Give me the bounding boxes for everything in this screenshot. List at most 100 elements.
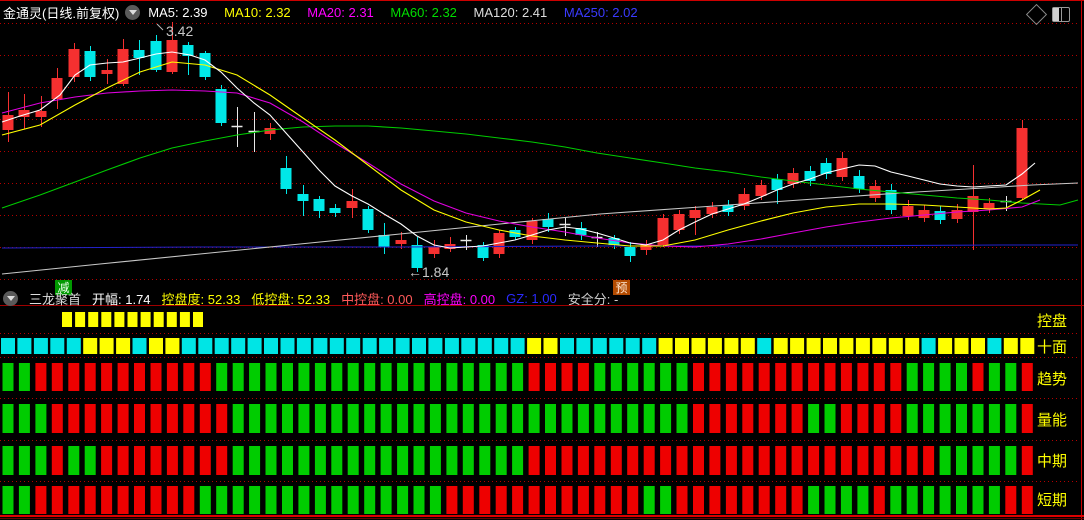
indicator-block (265, 446, 277, 475)
indicator-block (857, 363, 869, 391)
indicator-gaokongpan: 高控盘: 0.00 (423, 291, 496, 307)
indicator-block (758, 363, 770, 391)
indicator-block (101, 404, 113, 433)
candle-body (297, 194, 309, 201)
indicator-block (216, 404, 228, 433)
indicator-block (938, 338, 953, 354)
indicator-block (642, 338, 657, 354)
indicator-block (808, 446, 820, 475)
indicator-block (987, 338, 1002, 354)
indicator-block (693, 363, 704, 391)
indicator-block (939, 486, 951, 514)
indicator-block (1005, 363, 1017, 391)
candle-body (983, 203, 995, 209)
indicator-block (50, 338, 65, 354)
indicator-gz: GZ: 1.00 (506, 290, 557, 306)
candle-body (51, 78, 63, 99)
stock-title: 金通灵(日线.前复权) (3, 5, 120, 21)
indicator-block (116, 338, 131, 354)
indicator-block (643, 363, 655, 391)
indicator-block (264, 338, 278, 354)
indicator-block (413, 404, 425, 433)
candle-body (329, 208, 341, 213)
indicator-block (35, 486, 47, 514)
chevron-down-icon[interactable] (125, 4, 141, 20)
indicator-block (773, 338, 788, 354)
diamond-icon[interactable] (1025, 3, 1048, 26)
candle-body (35, 111, 47, 117)
indicator-block (561, 404, 573, 433)
indicator-block (545, 486, 556, 514)
indicator-block (35, 363, 47, 391)
indicator-block (247, 338, 262, 354)
indicator-block (758, 404, 770, 433)
indicator-block (857, 486, 869, 514)
indicator-block (972, 446, 984, 475)
indicator-block (282, 446, 293, 475)
indicator-block (347, 486, 359, 514)
indicator-block (117, 363, 129, 391)
indicator-block (101, 486, 113, 514)
candle-body (362, 209, 374, 230)
indicator-block (84, 363, 96, 391)
candle-body (853, 176, 865, 189)
indicator-block (199, 486, 211, 514)
indicator-block (35, 446, 47, 475)
indicator-block (906, 486, 918, 514)
indicator-block (545, 363, 556, 391)
indicator-block (88, 312, 99, 327)
indicator-block (643, 446, 655, 475)
indicator-block (313, 338, 328, 354)
indicator-block (1021, 486, 1033, 514)
indicator-block (510, 338, 525, 354)
indicator-block (972, 486, 984, 514)
indicator-block (923, 486, 935, 514)
indicator-block (265, 486, 277, 514)
indicator-block (51, 446, 63, 475)
indicator-block (742, 363, 754, 391)
candle-body (2, 115, 14, 130)
indicator-block (18, 363, 30, 391)
indicator-block (166, 363, 178, 391)
indicator-block (939, 446, 951, 475)
indicator-block (561, 486, 573, 514)
indicator-chevron-down-icon[interactable] (3, 290, 18, 306)
indicator-block (179, 312, 190, 327)
indicator-block (380, 404, 392, 433)
indicator-block (823, 338, 837, 354)
indicator-block (462, 363, 474, 391)
indicator-block (429, 486, 441, 514)
indicator-block (988, 486, 1000, 514)
indicator-block (68, 446, 80, 475)
indicator-block (594, 486, 606, 514)
indicator-block (462, 446, 474, 475)
split-view-icon[interactable] (1052, 7, 1070, 22)
indicator-block (594, 446, 606, 475)
indicator-zhongkongpan: 中控盘: 0.00 (341, 291, 413, 307)
indicator-block (660, 446, 672, 475)
indicator-block (594, 404, 606, 433)
indicator-block (988, 404, 1000, 433)
ma10-value: MA10: 2.32 (224, 4, 291, 20)
indicator-block (660, 404, 672, 433)
indicator-block (249, 363, 261, 391)
indicator-block (742, 486, 754, 514)
indicator-block (282, 404, 293, 433)
indicator-block (658, 338, 673, 354)
indicator-block (298, 404, 310, 433)
indicator-block (183, 404, 195, 433)
candle-body (542, 219, 554, 227)
indicator-block (298, 363, 310, 391)
indicator-block (725, 486, 737, 514)
indicator-block (429, 446, 441, 475)
row-label-1: 控盘 (1037, 312, 1067, 330)
indicator-block (68, 404, 80, 433)
indicator-block (346, 338, 361, 354)
ma-line-ma60 (1, 125, 1079, 209)
indicator-block (479, 486, 491, 514)
indicator-block (906, 446, 918, 475)
indicator-dikongpan: 低控盘: 52.33 (251, 291, 331, 307)
indicator-block (791, 446, 803, 475)
indicator-block (33, 338, 48, 354)
indicator-block (150, 404, 162, 433)
